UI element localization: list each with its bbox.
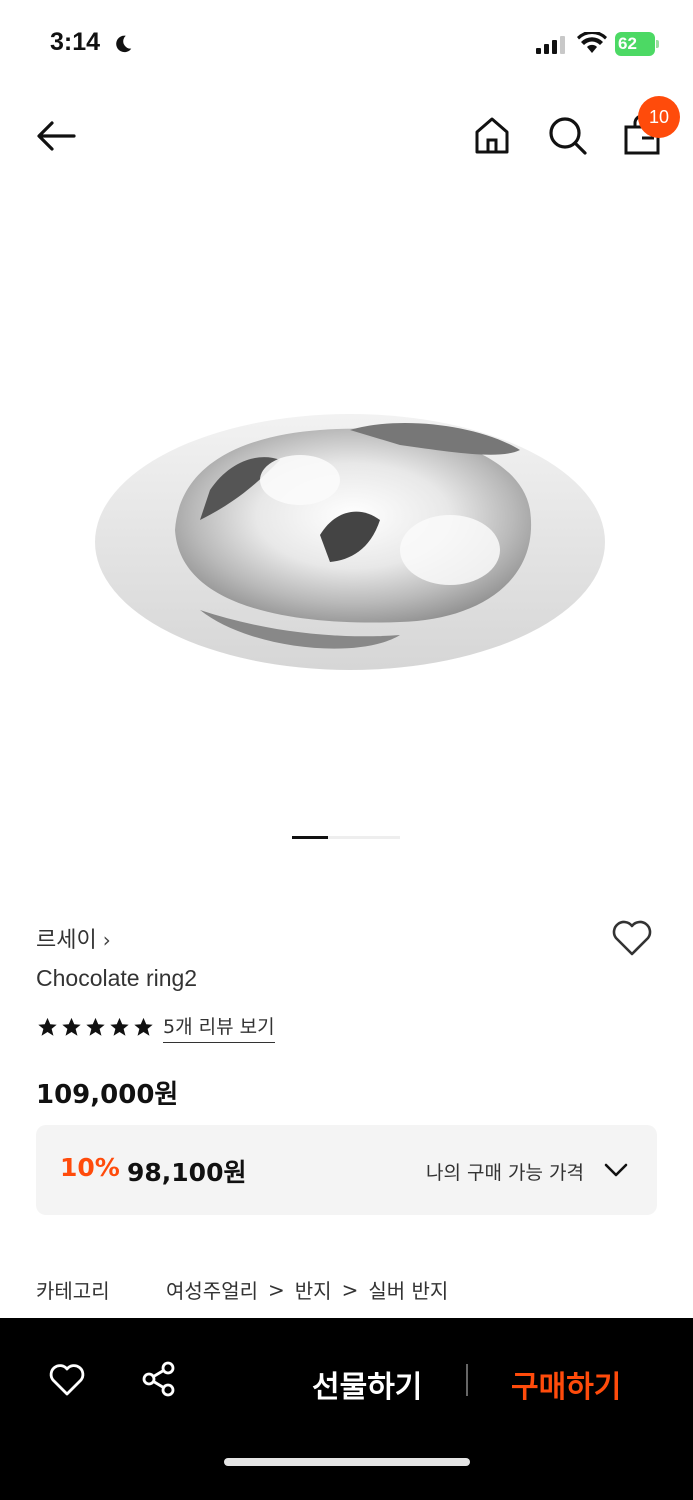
bottom-action-bar: 선물하기 구매하기 (0, 1318, 693, 1500)
review-link[interactable]: 5개 리뷰 보기 (163, 1012, 275, 1043)
status-bar: 3:14 62 (0, 0, 693, 90)
star-icon (110, 1017, 129, 1036)
chevron-right-icon: › (102, 928, 111, 952)
category-label: 카테고리 (36, 1279, 110, 1303)
search-icon[interactable] (546, 114, 588, 156)
back-arrow-icon[interactable] (34, 116, 78, 156)
category-level-2[interactable]: 반지 (295, 1275, 332, 1304)
chevron-down-icon[interactable] (602, 1159, 630, 1181)
buy-button[interactable]: 구매하기 (511, 1362, 621, 1406)
home-indicator[interactable] (224, 1458, 470, 1466)
gift-button[interactable]: 선물하기 (312, 1362, 422, 1406)
divider (466, 1364, 468, 1396)
star-rating (36, 1016, 155, 1038)
cellular-signal-icon (536, 36, 565, 54)
breadcrumb-separator: > (268, 1277, 285, 1302)
product-image[interactable] (0, 190, 693, 810)
heart-icon[interactable] (48, 1362, 86, 1398)
breadcrumb-separator: > (341, 1277, 359, 1302)
top-nav (0, 96, 693, 176)
my-price-box[interactable]: 10% 98,100원 나의 구매 가능 가격 (36, 1125, 657, 1215)
brand-name: 르세이 (36, 928, 97, 953)
image-pager (292, 836, 400, 839)
star-icon (38, 1017, 57, 1036)
battery-charging-icon: 62 (615, 32, 659, 56)
category-level-1[interactable]: 여성주얼리 (166, 1275, 258, 1304)
original-price: 109,000원 (36, 1080, 179, 1110)
my-price-label: 나의 구매 가능 가격 (426, 1162, 584, 1184)
brand-link[interactable]: 르세이 › (36, 922, 111, 954)
image-pager-active (292, 836, 328, 839)
share-icon[interactable] (140, 1360, 178, 1398)
star-icon (134, 1017, 153, 1036)
discount-price: 98,100원 (127, 1158, 247, 1187)
rating-row: 5개 리뷰 보기 (36, 1012, 275, 1043)
home-icon[interactable] (472, 114, 512, 156)
category-level-3[interactable]: 실버 반지 (368, 1275, 448, 1304)
category-breadcrumb: 여성주얼리 > 반지 > 실버 반지 (166, 1275, 448, 1304)
status-time: 3:14 (50, 28, 101, 56)
wifi-icon (577, 32, 607, 53)
cart-count-badge[interactable]: 10 (638, 96, 680, 138)
discount-rate: 10% (60, 1153, 120, 1182)
battery-level: 62 (618, 34, 637, 53)
moon-icon (116, 35, 132, 53)
star-icon (86, 1017, 105, 1036)
heart-icon[interactable] (610, 918, 654, 958)
star-icon (62, 1017, 81, 1036)
product-name: Chocolate ring2 (36, 965, 198, 991)
